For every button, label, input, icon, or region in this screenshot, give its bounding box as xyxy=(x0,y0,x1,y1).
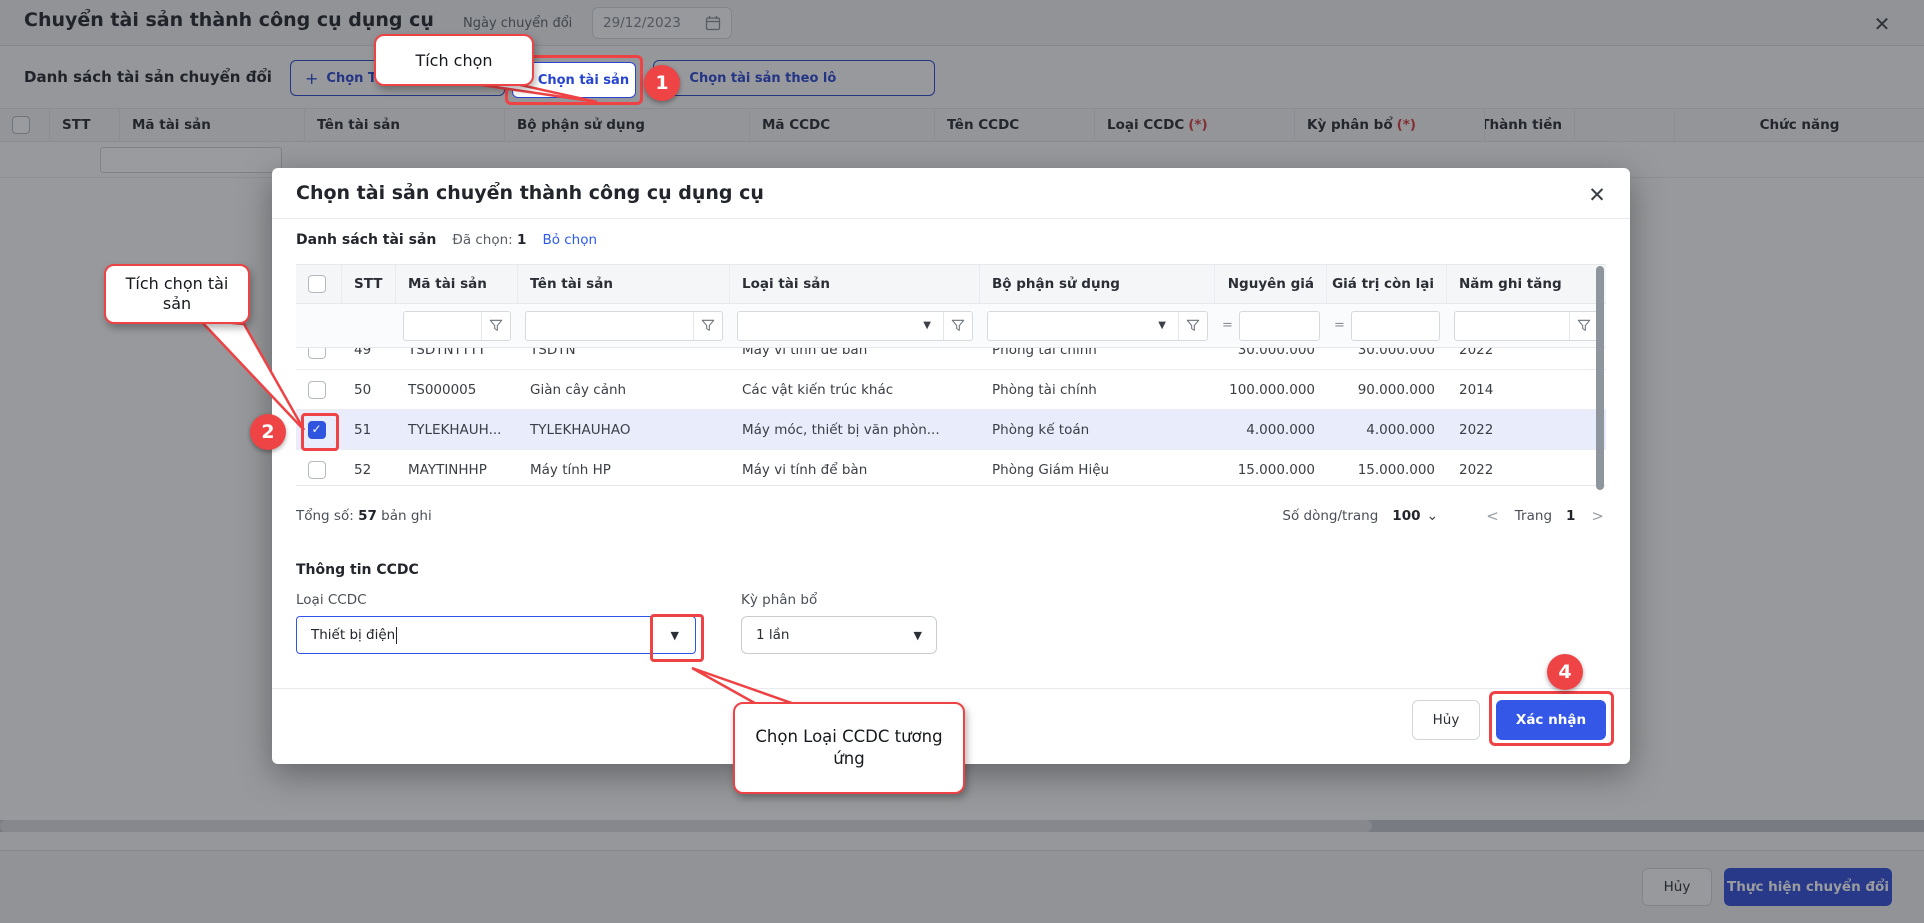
ccdc-info-title: Thông tin CCDC xyxy=(296,562,419,578)
modal-asset-table: STT Mã tài sản Tên tài sản Loại tài sản … xyxy=(296,264,1606,486)
col-stt: STT xyxy=(342,265,396,303)
col-nguyen-gia: Nguyên giá xyxy=(1215,265,1327,303)
type-filter-select[interactable]: ▼ xyxy=(737,311,973,341)
filter-icon[interactable] xyxy=(944,319,972,333)
filter-icon[interactable] xyxy=(1179,319,1207,333)
step-badge-2: 2 xyxy=(250,414,286,450)
filter-icon[interactable] xyxy=(482,319,510,333)
prev-page-icon[interactable]: < xyxy=(1484,507,1501,525)
callout-tick-select: Tích chọn xyxy=(374,34,534,86)
current-page: 1 xyxy=(1566,508,1575,524)
modal-filter-row: ▼ ▼ = = xyxy=(296,304,1606,348)
chevron-down-icon: ⌄ xyxy=(1426,508,1438,524)
pagination: Tổng số: 57 bản ghi Số dòng/trang 100⌄ <… xyxy=(296,498,1606,534)
year-filter-input[interactable] xyxy=(1454,311,1599,341)
callout-tail xyxy=(192,314,312,436)
col-ten-tai-san: Tên tài sản xyxy=(518,265,730,303)
col-bo-phan-su-dung: Bộ phận sử dụng xyxy=(980,265,1215,303)
col-loai-tai-san: Loại tài sản xyxy=(730,265,980,303)
table-rows-viewport[interactable]: 49 TSDTNTTTT TSDTN Máy vi tính để bàn Ph… xyxy=(296,348,1606,486)
filter-icon[interactable] xyxy=(1570,319,1598,333)
step-badge-1: 1 xyxy=(644,65,680,101)
code-filter-input[interactable] xyxy=(403,311,511,341)
ccdc-type-input[interactable]: Thiết bị điện ▼ xyxy=(296,616,696,654)
deselect-link[interactable]: Bỏ chọn xyxy=(542,232,597,248)
cost-filter-input[interactable] xyxy=(1239,311,1320,341)
allocation-period-select[interactable]: 1 lần ▼ xyxy=(741,616,937,654)
total-records: Tổng số: 57 bản ghi xyxy=(296,508,432,524)
per-page-select[interactable]: 100⌄ xyxy=(1392,508,1438,524)
screen: Chuyển tài sản thành công cụ dụng cụ Ngà… xyxy=(0,0,1924,923)
chevron-down-icon: ▼ xyxy=(914,629,922,642)
per-page-label: Số dòng/trang xyxy=(1282,508,1378,524)
allocation-period-label: Kỳ phân bổ xyxy=(741,592,817,608)
table-row[interactable]: 52 MAYTINHHP Máy tính HP Máy vi tính để … xyxy=(296,450,1606,486)
callout-choose-ccdc-type: Chọn Loại CCDC tương ứng xyxy=(733,702,965,794)
row-checkbox[interactable] xyxy=(308,461,326,479)
filter-icon[interactable] xyxy=(694,319,722,333)
divider xyxy=(272,688,1630,689)
callout-tick-asset: Tích chọn tài sản xyxy=(104,264,250,324)
name-filter-input[interactable] xyxy=(525,311,723,341)
next-page-icon[interactable]: > xyxy=(1589,507,1606,525)
text-cursor xyxy=(396,627,397,644)
table-row[interactable]: 50 TS000005 Giàn cây cảnh Các vật kiến t… xyxy=(296,370,1606,410)
chevron-down-icon[interactable]: ▼ xyxy=(1158,320,1166,331)
step-badge-4: 4 xyxy=(1547,654,1583,690)
modal-cancel-button[interactable]: Hủy xyxy=(1412,700,1480,740)
select-all-checkbox[interactable] xyxy=(308,275,326,293)
select-asset-modal: Chọn tài sản chuyển thành công cụ dụng c… xyxy=(272,168,1630,764)
table-row-selected[interactable]: 51 TYLEKHAUH... TYLEKHAUHAO Máy móc, thi… xyxy=(296,410,1606,450)
col-ma-tai-san: Mã tài sản xyxy=(396,265,518,303)
page-label: Trang xyxy=(1515,508,1552,524)
col-gia-tri-con-lai: Giá trị còn lại xyxy=(1327,265,1447,303)
table-row[interactable]: 49 TSDTNTTTT TSDTN Máy vi tính để bàn Ph… xyxy=(296,348,1606,370)
modal-table-header: STT Mã tài sản Tên tài sản Loại tài sản … xyxy=(296,264,1606,304)
confirm-highlight-box xyxy=(1489,691,1614,746)
selected-count: Đã chọn: 1 xyxy=(452,232,526,248)
remaining-filter-input[interactable] xyxy=(1351,311,1440,341)
divider xyxy=(272,218,1630,219)
equals-icon: = xyxy=(1334,318,1345,333)
equals-icon: = xyxy=(1222,318,1233,333)
col-nam-ghi-tang: Năm ghi tăng xyxy=(1447,265,1606,303)
modal-close-icon[interactable]: ✕ xyxy=(1582,180,1612,210)
chevron-down-icon[interactable]: ▼ xyxy=(923,320,931,331)
ccdc-caret-highlight-box xyxy=(650,614,704,662)
modal-title: Chọn tài sản chuyển thành công cụ dụng c… xyxy=(296,182,764,204)
vertical-scrollbar-thumb[interactable] xyxy=(1596,266,1604,490)
dept-filter-select[interactable]: ▼ xyxy=(987,311,1208,341)
ccdc-type-label: Loại CCDC xyxy=(296,592,367,608)
asset-list-label: Danh sách tài sản xyxy=(296,232,436,248)
